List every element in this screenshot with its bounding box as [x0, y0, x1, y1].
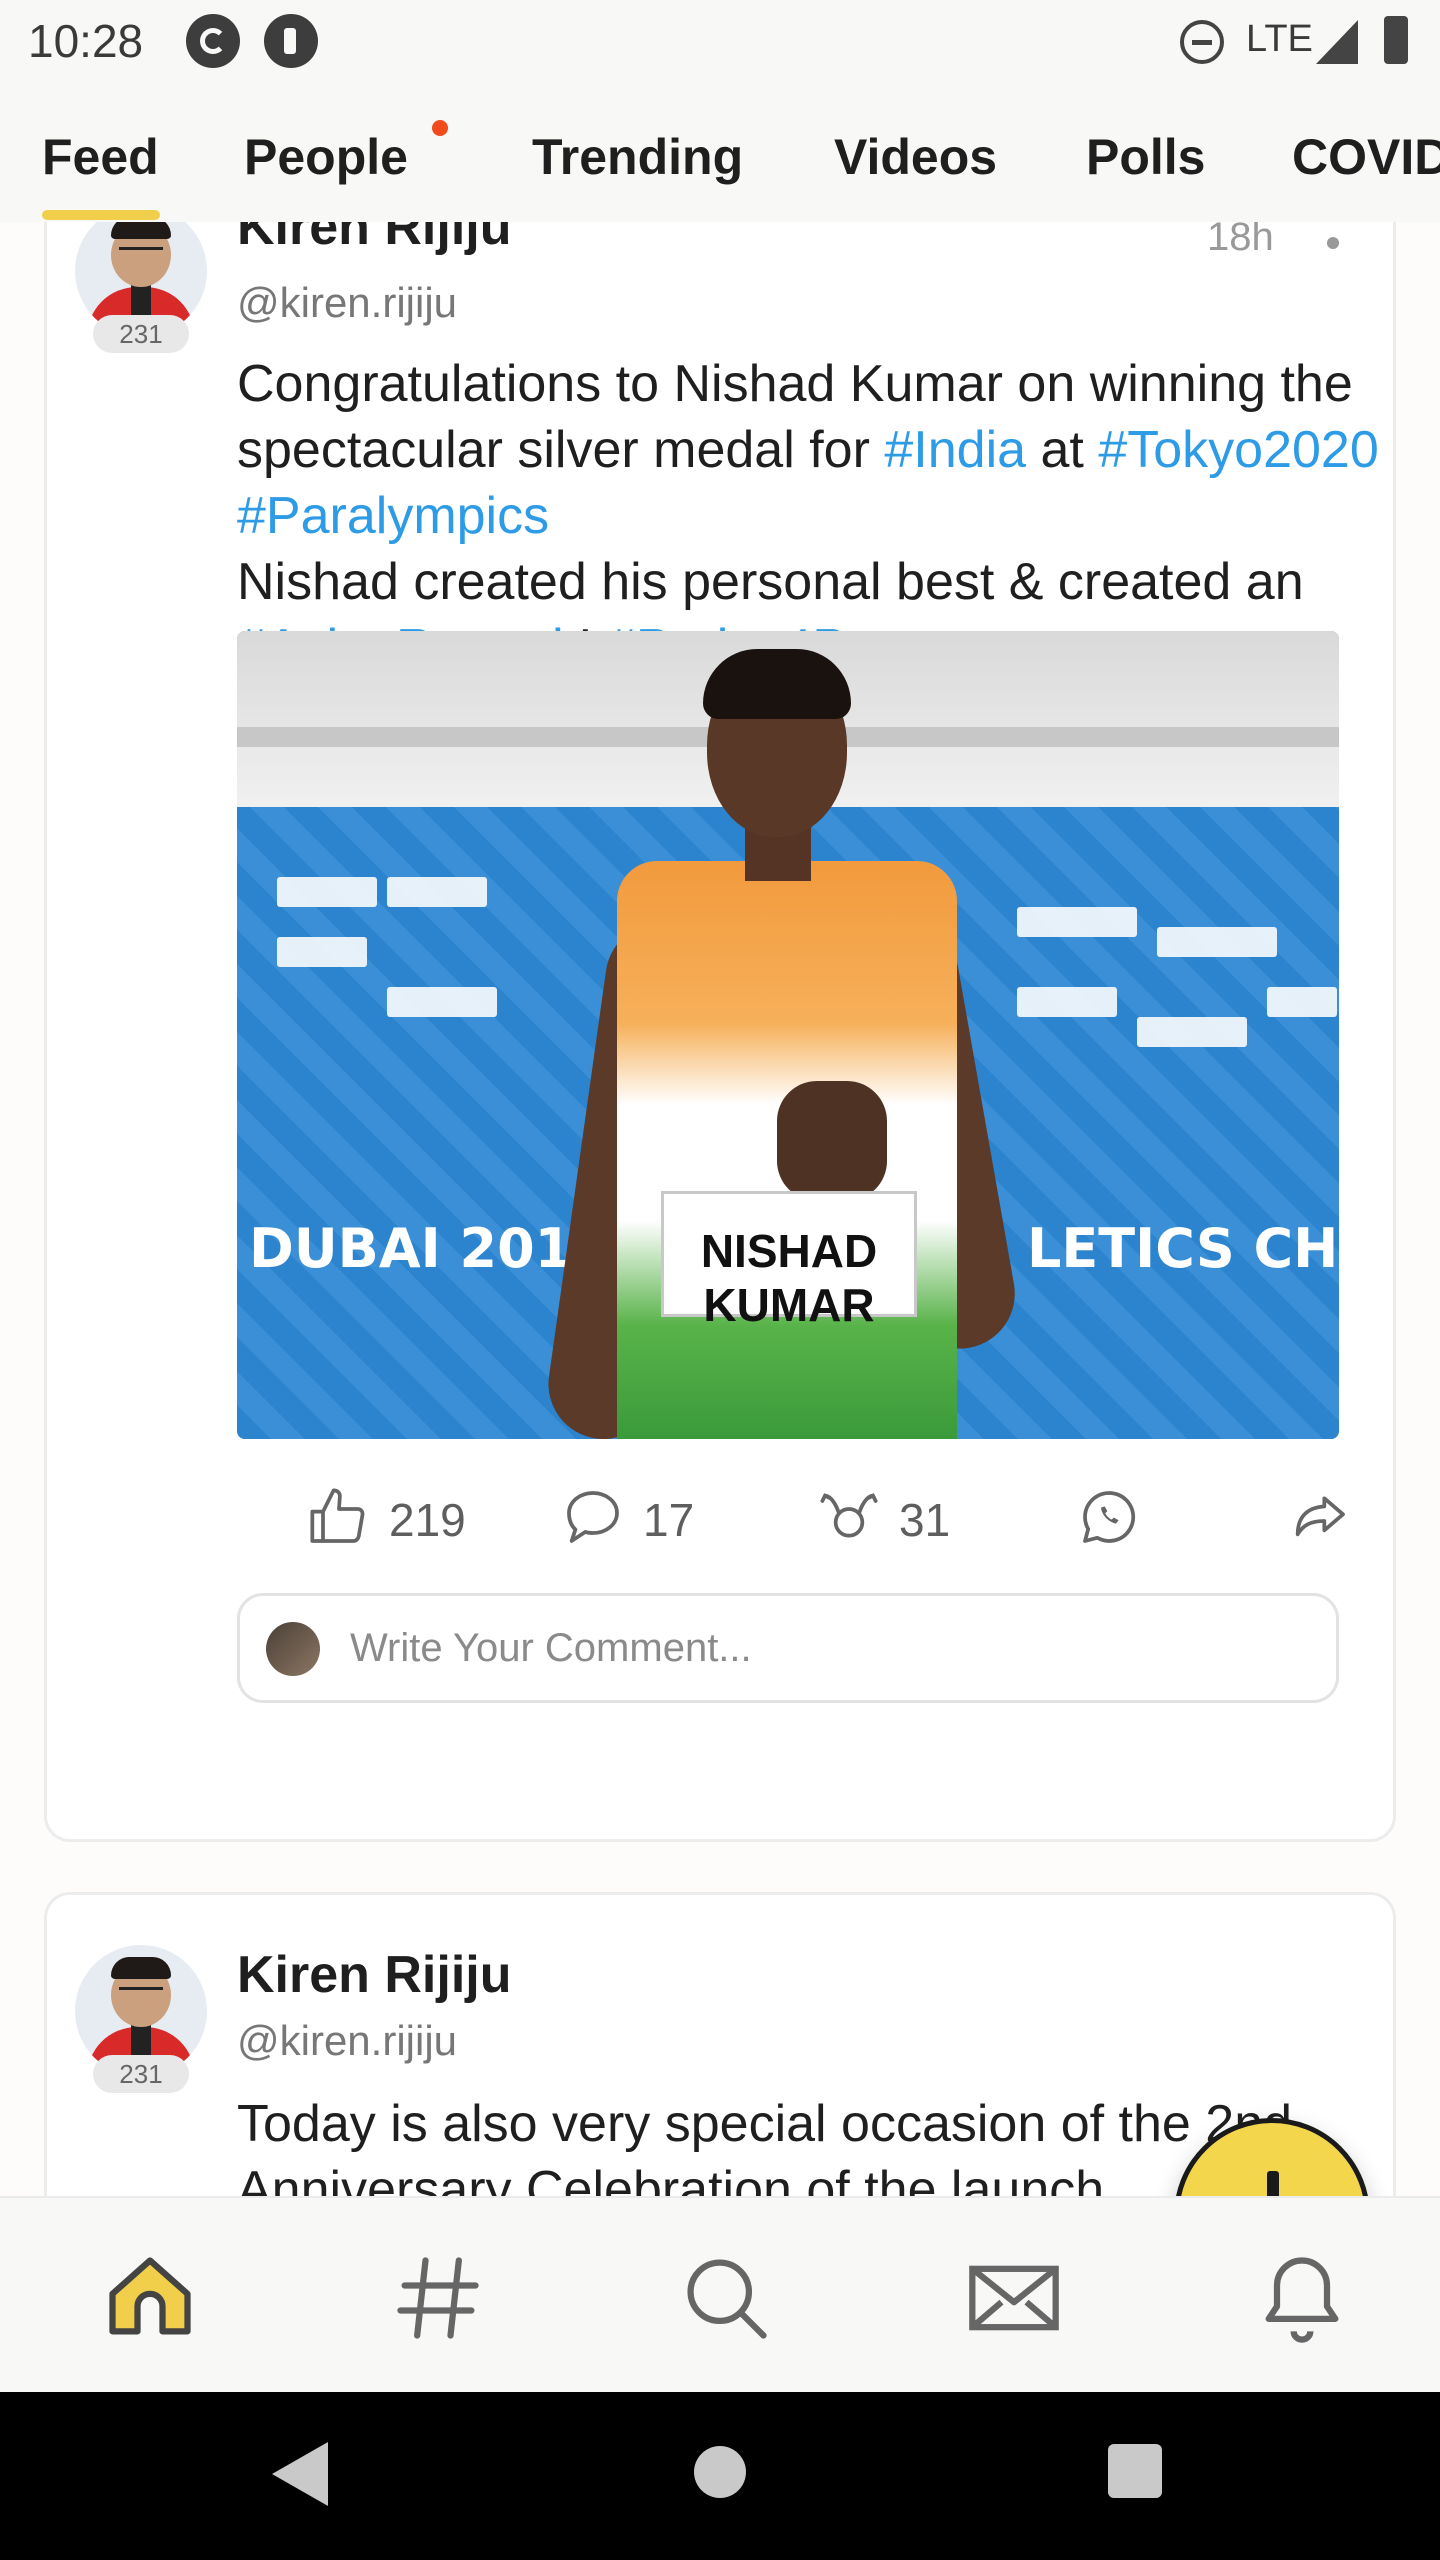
- hashtag-link[interactable]: #Tokyo2020: [1098, 421, 1378, 479]
- author-name[interactable]: Kiren Rijiju: [237, 1945, 511, 2005]
- comment-input[interactable]: Write Your Comment...: [237, 1593, 1339, 1703]
- post-text-segment: at: [1026, 421, 1099, 479]
- sponsor-logo: [1157, 927, 1277, 957]
- system-navigation-bar: [0, 2392, 1440, 2560]
- comment-count: 17: [643, 1494, 695, 1546]
- status-bar: 10:28 LTE: [0, 0, 1440, 84]
- nav-messages[interactable]: [954, 2248, 1064, 2348]
- people-notification-dot: [432, 120, 448, 136]
- post-image[interactable]: DUBAI 201 LETICS CH NISHAD KUMAR: [237, 631, 1339, 1439]
- sponsor-logo: [277, 877, 377, 907]
- hashtag-icon: [397, 2257, 479, 2339]
- banner-text-right: LETICS CH: [1027, 1217, 1339, 1280]
- bell-icon: [1265, 2257, 1339, 2343]
- like-count: 219: [389, 1494, 466, 1546]
- tab-trending[interactable]: Trending: [532, 128, 743, 186]
- sync-app-icon: [186, 14, 240, 68]
- comment-icon: [567, 1491, 619, 1543]
- share-button[interactable]: [1287, 1475, 1357, 1565]
- sponsor-logo: [1017, 987, 1117, 1017]
- nav-home[interactable]: [90, 2248, 200, 2348]
- battery-icon: [1384, 16, 1408, 64]
- post-actions: 219 17 31: [237, 1475, 1377, 1565]
- nav-notifications[interactable]: [1242, 2248, 1352, 2348]
- reshare-count: 31: [899, 1494, 951, 1546]
- whatsapp-icon: [1083, 1491, 1136, 1543]
- tab-covid[interactable]: COVID: [1292, 128, 1440, 186]
- search-icon: [687, 2259, 767, 2339]
- bottom-navigation: [0, 2196, 1440, 2394]
- banner-text-left: DUBAI 201: [249, 1217, 573, 1280]
- thumbs-up-icon: [310, 1488, 365, 1543]
- post-time: 18h: [1207, 222, 1274, 259]
- active-tab-indicator: [42, 210, 160, 220]
- sponsor-logo: [387, 987, 497, 1017]
- tab-polls[interactable]: Polls: [1086, 128, 1205, 186]
- nav-search[interactable]: [666, 2248, 776, 2348]
- race-bib: NISHAD KUMAR: [661, 1191, 917, 1331]
- follower-badge: 231: [93, 2055, 189, 2093]
- category-tabs: Feed People Trending Videos Polls COVID: [0, 84, 1440, 222]
- hashtag-link[interactable]: #Paralympics: [237, 487, 549, 545]
- sponsor-logo: [387, 877, 487, 907]
- author-handle[interactable]: @kiren.rijiju: [237, 2017, 457, 2065]
- reshare-icon: [820, 1493, 878, 1538]
- back-button[interactable]: [272, 2442, 328, 2506]
- nav-hashtag[interactable]: [378, 2248, 488, 2348]
- athlete-hair: [703, 649, 851, 719]
- reshare-button[interactable]: 31: [817, 1475, 987, 1565]
- mail-icon: [969, 2265, 1059, 2331]
- author-handle[interactable]: @kiren.rijiju: [237, 279, 457, 327]
- sponsor-logo: [277, 937, 367, 967]
- app-notification-icon: [264, 14, 318, 68]
- do-not-disturb-icon: [1180, 20, 1224, 64]
- post-card: 231 Kiren Rijiju @kiren.rijiju 18h Congr…: [44, 222, 1396, 1842]
- home-button[interactable]: [694, 2446, 746, 2498]
- network-type: LTE: [1246, 18, 1313, 60]
- follower-badge: 231: [93, 315, 189, 353]
- post-text-preview: Today is also very special occasion of t…: [237, 2095, 1293, 2196]
- feed[interactable]: 231 Kiren Rijiju @kiren.rijiju 18h Congr…: [0, 222, 1440, 2196]
- signal-icon: [1316, 20, 1358, 64]
- home-icon: [109, 2257, 191, 2335]
- comment-button[interactable]: 17: [561, 1475, 731, 1565]
- share-arrow-icon: [1295, 1496, 1345, 1537]
- comment-placeholder: Write Your Comment...: [350, 1626, 752, 1670]
- tab-videos[interactable]: Videos: [834, 128, 997, 186]
- sponsor-logo: [1137, 1017, 1247, 1047]
- author-name[interactable]: Kiren Rijiju: [237, 222, 511, 257]
- sponsor-logo: [1267, 987, 1337, 1017]
- post-card: 231 Kiren Rijiju @kiren.rijiju Today is …: [44, 1892, 1396, 2196]
- tab-feed[interactable]: Feed: [42, 128, 159, 186]
- more-options-icon[interactable]: [1327, 237, 1339, 249]
- bib-name: NISHAD KUMAR: [700, 1225, 878, 1331]
- recent-apps-button[interactable]: [1108, 2444, 1162, 2498]
- status-time: 10:28: [28, 15, 144, 67]
- like-button[interactable]: 219: [307, 1475, 487, 1565]
- hashtag-link[interactable]: #India: [884, 421, 1026, 479]
- whatsapp-share-button[interactable]: [1077, 1475, 1147, 1565]
- post-text-segment: Nishad created his personal best & creat…: [237, 553, 1304, 611]
- sponsor-logo: [1017, 907, 1137, 937]
- tab-people[interactable]: People: [244, 128, 408, 186]
- current-user-avatar: [266, 1622, 320, 1676]
- thumbs-up-hand: [777, 1081, 887, 1201]
